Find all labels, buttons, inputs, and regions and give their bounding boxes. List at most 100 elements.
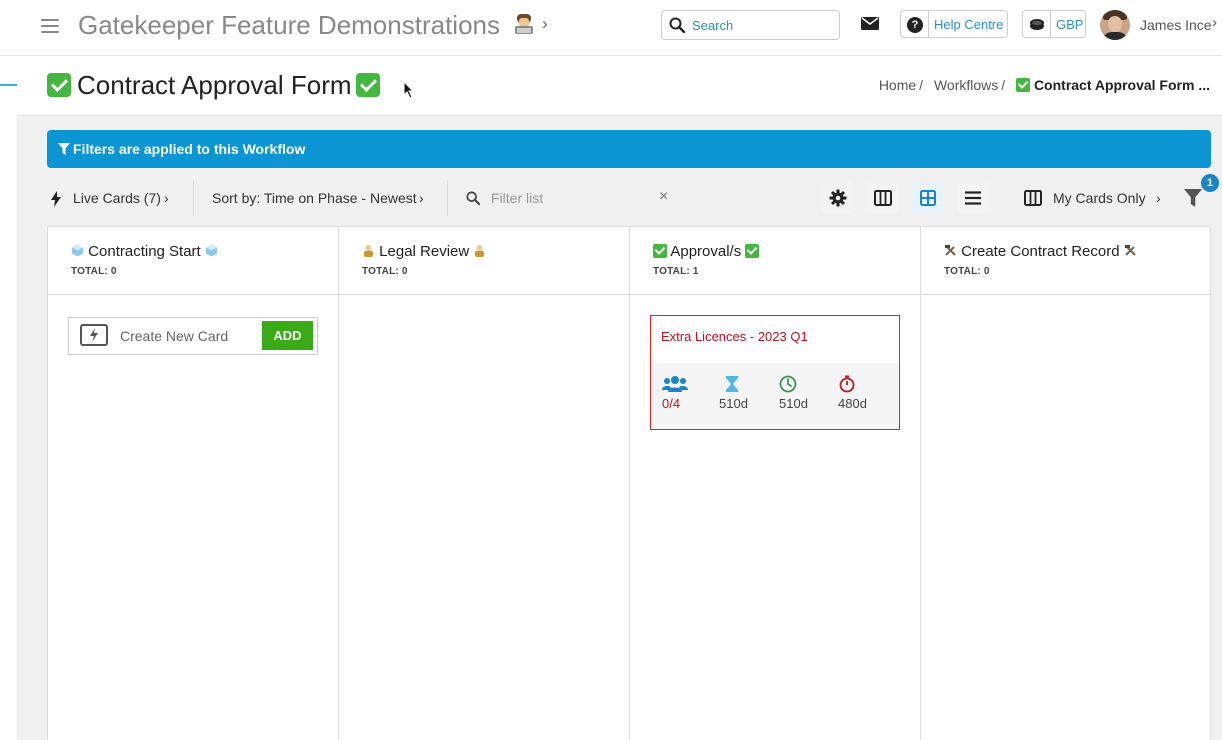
check-mark-emoji-icon [1016,78,1031,92]
columns-icon [1024,190,1042,206]
hourglass-icon [726,376,738,392]
breadcrumb-workflows[interactable]: Workflows [934,77,998,93]
phase-title-text: Legal Review [379,243,470,260]
filter-icon [58,143,70,155]
filter-banner[interactable]: Filters are applied to this Workflow [47,130,1211,168]
create-new-card[interactable]: Create New Card ADD [68,317,318,355]
hammer-wrench-emoji-icon [945,245,956,256]
card-clock-value: 510d [779,396,808,411]
phase-title: Create Contract Record [944,243,1137,260]
page-title: Contract Approval Form [47,70,380,101]
list-view-button[interactable] [957,182,989,214]
users-icon [662,376,688,392]
create-new-card-label: Create New Card [120,328,229,344]
judge-emoji-icon [364,245,373,257]
phase-total: TOTAL: 1 [653,266,699,277]
app-title-text: Gatekeeper Feature Demonstrations [78,10,500,40]
search-icon [466,191,480,205]
help-centre-label: Help Centre [934,17,1004,32]
phase-title: Legal Review [362,243,486,260]
phase-total: TOTAL: 0 [944,266,990,277]
kanban-board: Contracting Start TOTAL: 0 Create New Ca… [47,226,1212,740]
mail-icon[interactable] [860,15,880,31]
phase-header[interactable]: Create Contract Record TOTAL: 0 [921,227,1212,295]
add-button[interactable]: ADD [262,321,313,350]
check-mark-emoji-icon [745,244,760,258]
judge-emoji-icon [475,245,485,257]
sidebar-strip [0,56,17,740]
chevron-right-icon: › [1156,190,1161,206]
card-stopwatch-value: 480d [838,396,867,411]
avatar[interactable] [1100,10,1130,40]
columns-icon [874,190,892,206]
stopwatch-icon [839,375,855,393]
question-icon: ? [907,17,923,33]
currency-button[interactable]: GBP [1022,10,1086,38]
technologist-emoji-icon [515,14,534,34]
check-mark-emoji-icon [653,244,667,258]
app-title[interactable]: Gatekeeper Feature Demonstrations [78,10,535,41]
sort-selector[interactable]: Sort by: Time on Phase - Newest › [212,180,432,216]
card-title: Extra Licences - 2023 Q1 [661,329,808,344]
live-cards-selector[interactable]: Live Cards (7) › [47,180,192,216]
hamburger-menu-icon[interactable] [41,19,59,33]
clock-icon [779,375,797,393]
breadcrumb-current: Contract Approval Form ... [1033,77,1210,93]
chevron-right-icon: › [419,190,424,206]
filter-icon [1184,189,1202,207]
phase-column: Legal Review TOTAL: 0 [339,227,630,740]
currency-label: GBP [1056,17,1084,32]
phase-column: Contracting Start TOTAL: 0 Create New Ca… [48,227,339,740]
clear-filter-icon[interactable]: × [659,188,668,206]
hammer-wrench-emoji-icon [1124,245,1136,256]
phase-header[interactable]: Approval/s TOTAL: 1 [630,227,920,295]
card-stat-hourglass: 510d [719,375,759,411]
phase-title: Contracting Start [71,243,218,260]
ice-cube-emoji-icon [205,244,217,257]
phase-header[interactable]: Contracting Start TOTAL: 0 [48,227,338,295]
filter-count-badge: 1 [1201,174,1219,192]
my-cards-label: My Cards Only [1053,190,1146,206]
breadcrumb-home[interactable]: Home [879,77,916,93]
filter-banner-text: Filters are applied to this Workflow [73,141,306,157]
breadcrumb: Home / Workflows / Contract Approval Form … [878,77,1210,93]
check-mark-emoji-icon [355,73,380,97]
phase-total: TOTAL: 0 [71,266,117,277]
help-centre-button[interactable]: ? Help Centre [900,10,1008,38]
workflow-card[interactable]: Extra Licences - 2023 Q1 0/4 510d 510d 4… [650,315,900,430]
sidebar-accent [0,84,17,86]
grid-view-button[interactable] [912,182,944,214]
user-name[interactable]: James Ince [1140,17,1212,33]
my-cards-only-selector[interactable]: My Cards Only › [1023,180,1163,216]
columns-view-button[interactable] [867,182,899,214]
list-icon [965,191,981,205]
card-stat-people: 0/4 [662,375,702,411]
board-toolbar: Live Cards (7) › Sort by: Time on Phase … [47,174,1219,216]
sort-label: Sort by: Time on Phase - Newest [212,190,417,206]
grid-icon [920,190,936,206]
card-hourglass-value: 510d [719,396,748,411]
phase-total: TOTAL: 0 [362,266,408,277]
search-input[interactable] [692,15,832,35]
phase-header[interactable]: Legal Review TOTAL: 0 [339,227,629,295]
phase-title-text: Contracting Start [88,243,201,260]
search-icon [669,17,685,33]
bolt-icon [51,191,61,207]
chevron-right-icon[interactable]: › [1212,14,1217,31]
new-card-icon [80,324,108,346]
live-cards-label: Live Cards (7) [73,190,161,206]
phase-title: Approval/s [653,243,760,260]
phase-column: Approval/s TOTAL: 1 Extra Licences - 202… [630,227,921,740]
settings-button[interactable] [822,182,854,214]
gear-icon [829,189,847,207]
chevron-right-icon[interactable]: › [542,14,548,34]
mouse-cursor-icon [403,81,415,99]
coins-icon [1030,19,1044,30]
phase-title-text: Create Contract Record [961,243,1120,260]
page-header: Contract Approval Form Home / Workflows / … [17,56,1222,116]
phase-title-text: Approval/s [670,243,742,260]
global-search[interactable] [661,10,840,40]
card-people-value: 0/4 [662,396,681,411]
filter-list-input[interactable] [491,188,651,208]
ice-cube-emoji-icon [72,244,83,257]
